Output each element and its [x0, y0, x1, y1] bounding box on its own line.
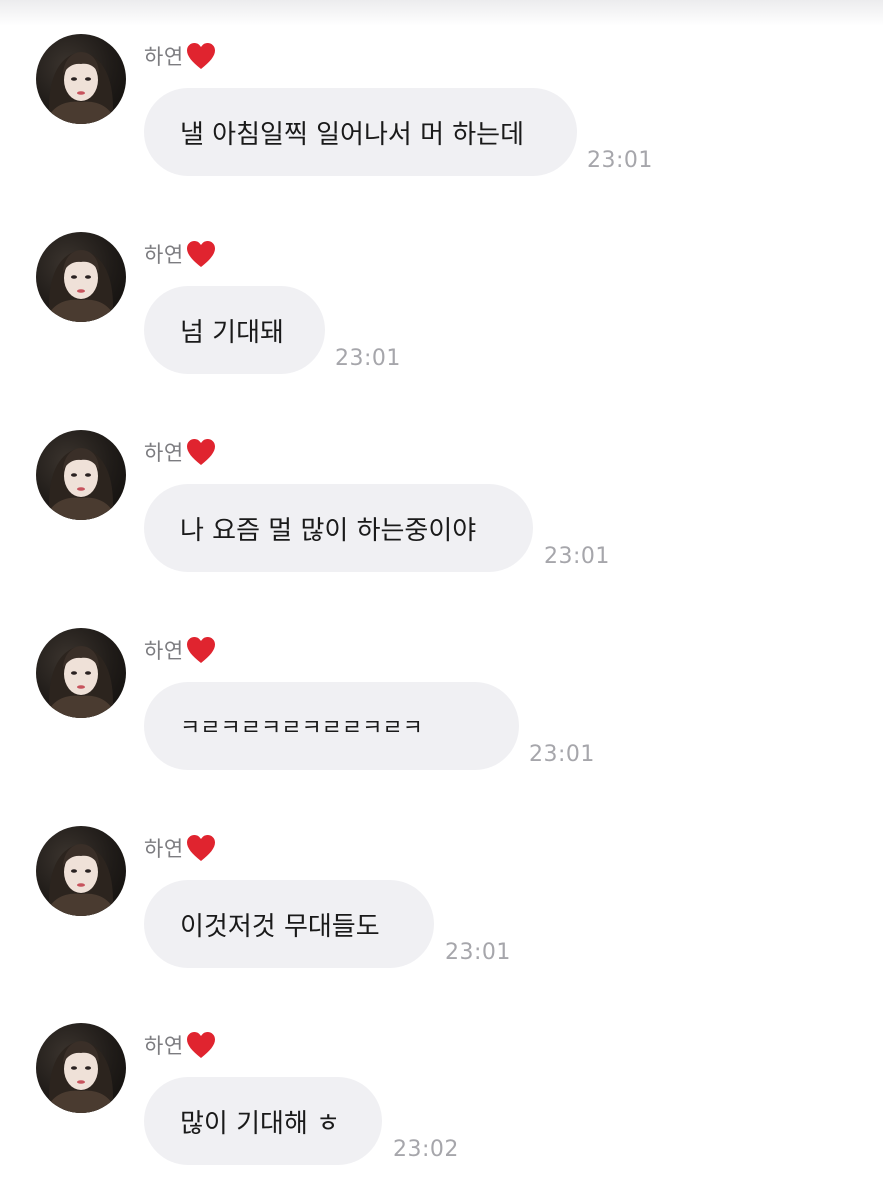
- avatar[interactable]: [36, 34, 126, 124]
- top-fade: [0, 0, 883, 26]
- message-bubble[interactable]: 나 요즘 멀 많이 하는중이야: [144, 484, 533, 572]
- chat-message: 하연 낼 아침일찍 일어나서 머 하는데 23:01: [0, 34, 883, 184]
- red-heart-icon: [186, 240, 216, 268]
- sender-line: 하연: [144, 239, 216, 269]
- message-bubble[interactable]: 이것저것 무대들도: [144, 880, 434, 968]
- sender-line: 하연: [144, 437, 216, 467]
- chat-message: 하연 많이 기대해 ㅎ 23:02: [0, 1023, 883, 1173]
- chat-message: 하연 ㅋㄹㅋㄹㅋㄹㅋㄹㄹㅋㄹㅋ 23:01: [0, 628, 883, 778]
- message-timestamp: 23:01: [544, 544, 610, 569]
- sender-line: 하연: [144, 1030, 216, 1060]
- sender-name: 하연: [144, 837, 184, 861]
- message-timestamp: 23:01: [335, 346, 401, 371]
- message-bubble[interactable]: 많이 기대해 ㅎ: [144, 1077, 382, 1165]
- red-heart-icon: [186, 42, 216, 70]
- avatar[interactable]: [36, 232, 126, 322]
- avatar[interactable]: [36, 628, 126, 718]
- avatar[interactable]: [36, 430, 126, 520]
- message-bubble[interactable]: ㅋㄹㅋㄹㅋㄹㅋㄹㄹㅋㄹㅋ: [144, 682, 519, 770]
- red-heart-icon: [186, 636, 216, 664]
- red-heart-icon: [186, 1031, 216, 1059]
- message-timestamp: 23:01: [445, 940, 511, 965]
- sender-name: 하연: [144, 639, 184, 663]
- red-heart-icon: [186, 834, 216, 862]
- sender-name: 하연: [144, 441, 184, 465]
- message-bubble[interactable]: 넘 기대돼: [144, 286, 325, 374]
- avatar[interactable]: [36, 1023, 126, 1113]
- chat-message: 하연 넘 기대돼 23:01: [0, 232, 883, 382]
- message-timestamp: 23:01: [587, 148, 653, 173]
- chat-message: 하연 이것저것 무대들도 23:01: [0, 826, 883, 976]
- chat-message: 하연 나 요즘 멀 많이 하는중이야 23:01: [0, 430, 883, 580]
- red-heart-icon: [186, 438, 216, 466]
- sender-line: 하연: [144, 833, 216, 863]
- message-bubble[interactable]: 낼 아침일찍 일어나서 머 하는데: [144, 88, 577, 176]
- sender-name: 하연: [144, 243, 184, 267]
- sender-line: 하연: [144, 635, 216, 665]
- sender-name: 하연: [144, 1034, 184, 1058]
- message-timestamp: 23:01: [529, 742, 595, 767]
- sender-name: 하연: [144, 45, 184, 69]
- message-timestamp: 23:02: [393, 1137, 459, 1162]
- sender-line: 하연: [144, 41, 216, 71]
- avatar[interactable]: [36, 826, 126, 916]
